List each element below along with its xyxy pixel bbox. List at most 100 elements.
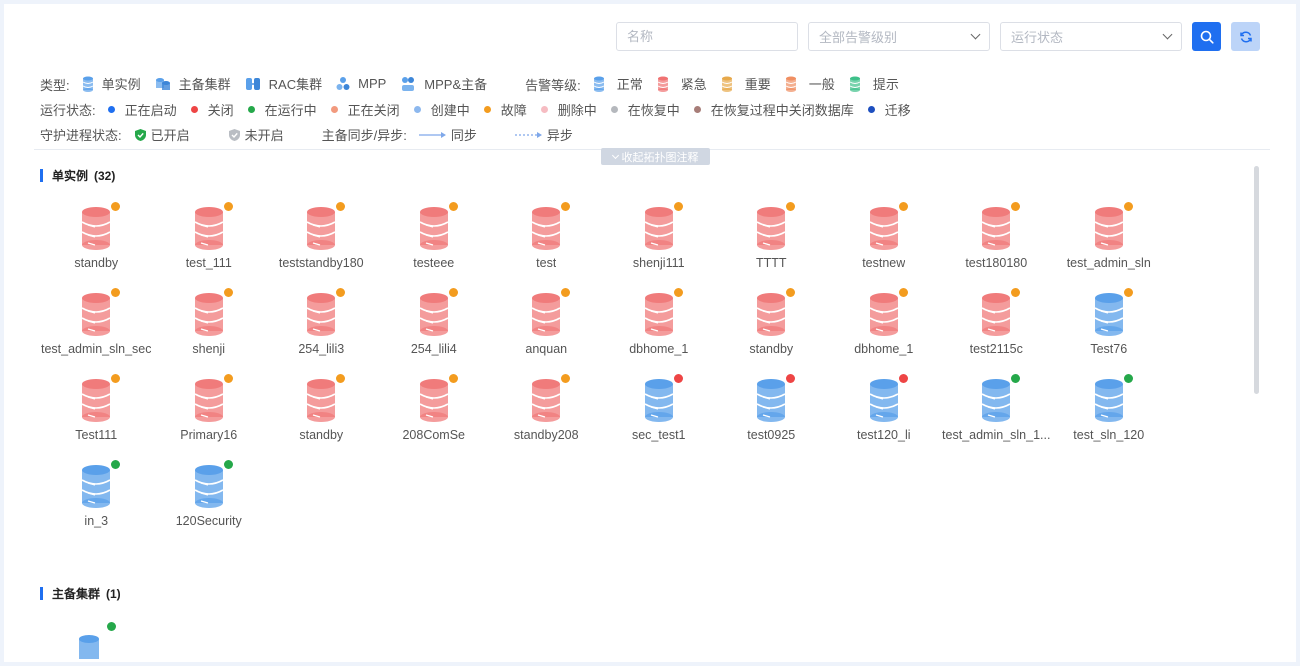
search-button[interactable] bbox=[1192, 22, 1221, 51]
database-icon bbox=[531, 288, 571, 336]
alarm-legend-label: 提示 bbox=[872, 77, 899, 93]
sync-item: 同步 bbox=[418, 125, 477, 144]
db-instance-node[interactable]: sec_test1 bbox=[603, 366, 716, 452]
db-instance-node[interactable]: test180180 bbox=[940, 194, 1053, 280]
status-dot-icon bbox=[540, 106, 548, 113]
db-instance-node[interactable]: shenji bbox=[153, 280, 266, 366]
run-state-legend-label: 关闭 bbox=[207, 103, 234, 118]
section-title-text: 主备集群 bbox=[52, 587, 101, 601]
db-instance-node[interactable]: standby bbox=[265, 366, 378, 452]
node-name: 254_lili3 bbox=[298, 342, 345, 356]
database-icon bbox=[644, 202, 683, 250]
node-name: 120Security bbox=[175, 514, 242, 528]
status-dot-icon bbox=[330, 106, 338, 113]
node-name: standby bbox=[74, 256, 119, 270]
node-name: test2115c bbox=[969, 342, 1023, 356]
database-icon bbox=[194, 202, 233, 250]
database-icon bbox=[81, 460, 121, 508]
db-instance-node[interactable]: standby bbox=[715, 280, 828, 366]
database-icon bbox=[644, 288, 683, 336]
name-search-field[interactable] bbox=[616, 22, 798, 51]
refresh-button[interactable] bbox=[1231, 22, 1260, 51]
cluster-section-title: 主备集群 (1) bbox=[40, 585, 121, 602]
db-instance-node[interactable]: Test76 bbox=[1053, 280, 1166, 366]
database-icon bbox=[531, 374, 571, 422]
status-dot-icon bbox=[693, 106, 701, 113]
search-icon bbox=[1200, 30, 1214, 44]
database-icon bbox=[1094, 288, 1133, 336]
database-icon bbox=[306, 202, 346, 250]
database-icon bbox=[81, 374, 121, 422]
database-icon bbox=[419, 202, 458, 250]
database-icon bbox=[306, 374, 346, 422]
topology-panel: 全部告警级别 运行状态 类型: 单实例主备集群RAC集群MPPMPP&主备 告警… bbox=[4, 4, 1296, 662]
db-instance-node[interactable]: test_sln_120 bbox=[1053, 366, 1166, 452]
primary-standby-cluster-icon bbox=[155, 76, 175, 92]
node-name: Test76 bbox=[1090, 342, 1128, 356]
database-icon bbox=[306, 288, 346, 336]
alarm-level-placeholder: 全部告警级别 bbox=[819, 30, 898, 45]
alarm-legend-label: 重要 bbox=[744, 77, 771, 93]
status-dot-icon bbox=[561, 202, 571, 211]
node-name: teststandby180 bbox=[278, 256, 364, 270]
node-name: test bbox=[536, 256, 557, 270]
db-instance-node[interactable]: test_admin_sln_sec bbox=[40, 280, 153, 366]
run-state-legend-label: 删除中 bbox=[557, 103, 597, 118]
db-instance-node[interactable]: 254_lili4 bbox=[378, 280, 491, 366]
run-state-legend-item: 关闭 bbox=[190, 100, 234, 119]
database-icon bbox=[756, 202, 796, 250]
sync-label: 主备同步/异步: bbox=[321, 128, 407, 143]
db-instance-node[interactable]: testeee bbox=[378, 194, 491, 280]
db-instance-node[interactable]: test_admin_sln_1... bbox=[940, 366, 1053, 452]
alarm-legend-item: 正常 bbox=[593, 74, 643, 93]
database-icon bbox=[194, 460, 233, 508]
status-dot-icon bbox=[786, 374, 796, 383]
db-instance-node[interactable]: TTTT bbox=[715, 194, 828, 280]
db-instance-node[interactable]: anquan bbox=[490, 280, 603, 366]
status-dot-icon bbox=[448, 202, 458, 211]
db-instance-node[interactable]: Test111 bbox=[40, 366, 153, 452]
collapse-legend-button[interactable]: 收起拓扑图注释 bbox=[601, 148, 710, 165]
status-dot-icon bbox=[448, 374, 458, 383]
status-dot-icon bbox=[561, 374, 571, 383]
run-state-legend-label: 迁移 bbox=[884, 103, 911, 118]
alarm-legend-label: 正常 bbox=[616, 77, 643, 93]
db-instance-node[interactable]: 120Security bbox=[153, 452, 266, 538]
db-instance-node[interactable]: test_111 bbox=[153, 194, 266, 280]
name-search-input[interactable] bbox=[627, 29, 787, 44]
status-dot-icon bbox=[223, 288, 233, 297]
node-name: shenji111 bbox=[632, 256, 685, 270]
db-instance-node[interactable]: standby208 bbox=[490, 366, 603, 452]
db-instance-node[interactable]: dbhome_1 bbox=[828, 280, 941, 366]
db-instance-node[interactable]: teststandby180 bbox=[265, 194, 378, 280]
db-instance-node[interactable]: test bbox=[490, 194, 603, 280]
type-label: 类型: bbox=[40, 78, 70, 93]
run-state-legend-item: 正在启动 bbox=[107, 100, 177, 119]
status-dot-icon bbox=[107, 622, 116, 631]
db-instance-node[interactable]: Primary16 bbox=[153, 366, 266, 452]
db-instance-node[interactable]: test120_li bbox=[828, 366, 941, 452]
node-name: test120_li bbox=[856, 428, 911, 442]
db-instance-node[interactable]: in_3 bbox=[40, 452, 153, 538]
db-instance-node[interactable]: standby bbox=[40, 194, 153, 280]
db-instance-node[interactable]: test0925 bbox=[715, 366, 828, 452]
chevron-down-icon bbox=[1162, 29, 1173, 40]
status-dot-icon bbox=[898, 288, 908, 297]
db-instance-node[interactable]: 254_lili3 bbox=[265, 280, 378, 366]
db-instance-node[interactable]: shenji111 bbox=[603, 194, 716, 280]
db-instance-node[interactable]: dbhome_1 bbox=[603, 280, 716, 366]
database-icon bbox=[869, 374, 908, 422]
status-dot-icon bbox=[1123, 288, 1133, 297]
alarm-legend-label: 一般 bbox=[808, 77, 835, 93]
db-instance-node[interactable]: testnew bbox=[828, 194, 941, 280]
db-instance-node[interactable]: 208ComSe bbox=[378, 366, 491, 452]
refresh-icon bbox=[1239, 31, 1252, 42]
vertical-scrollbar[interactable] bbox=[1254, 166, 1259, 394]
alarm-level-select[interactable]: 全部告警级别 bbox=[808, 22, 990, 51]
alarm-legend-item: 重要 bbox=[721, 74, 771, 93]
db-instance-node[interactable]: test2115c bbox=[940, 280, 1053, 366]
database-icon bbox=[81, 202, 121, 250]
db-instance-node[interactable]: test_admin_sln bbox=[1053, 194, 1166, 280]
database-icon bbox=[644, 374, 683, 422]
run-status-select[interactable]: 运行状态 bbox=[1000, 22, 1182, 51]
